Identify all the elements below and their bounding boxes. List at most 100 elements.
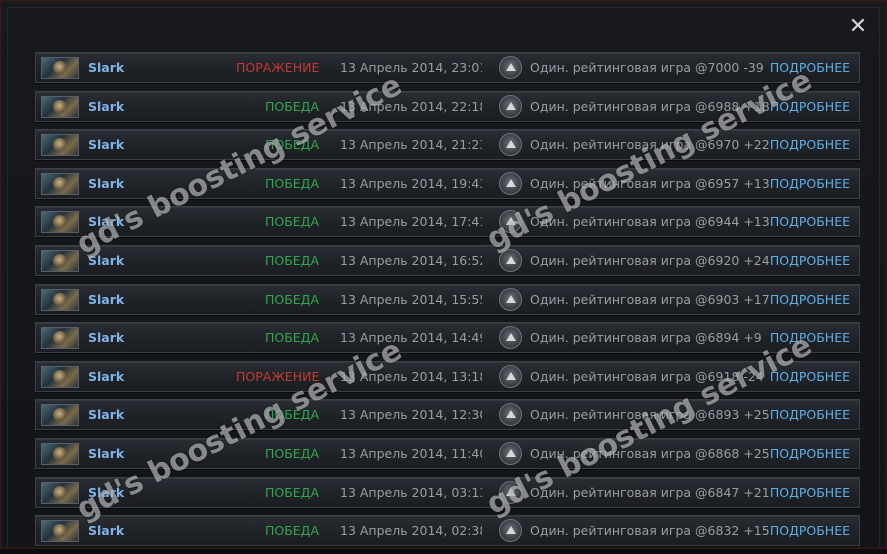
match-row[interactable]: Slark ПОБЕДА 13 Апрель 2014, 03:13:4 Оди… — [35, 476, 860, 508]
hero-avatar — [41, 365, 79, 388]
hero-avatar — [41, 404, 79, 427]
match-date: 13 Апрель 2014, 12:30:3 — [340, 407, 482, 423]
hero-name: Slark — [88, 137, 125, 153]
match-result: ПОБЕДА — [264, 98, 319, 114]
hero-avatar — [41, 134, 79, 157]
hero-avatar — [41, 288, 79, 311]
hero-avatar — [41, 520, 79, 543]
match-row[interactable]: Slark ПОРАЖЕНИЕ 13 Апрель 2014, 23:01:4 … — [35, 52, 860, 83]
match-result: ПОБЕДА — [264, 407, 319, 423]
hero-name: Slark — [88, 523, 125, 539]
match-date: 13 Апрель 2014, 22:18:5 — [340, 98, 482, 114]
match-row[interactable]: Slark ПОРАЖЕНИЕ 13 Апрель 2014, 13:18:5 … — [35, 360, 860, 392]
hero-avatar — [41, 172, 79, 195]
match-mode: Один. рейтинговая игра @6893 +25 — [530, 407, 770, 423]
ranked-mode-icon — [499, 56, 522, 79]
details-link[interactable]: ПОДРОБНЕЕ — [770, 99, 850, 114]
hero-avatar — [41, 95, 79, 118]
details-link[interactable]: ПОДРОБНЕЕ — [770, 60, 850, 75]
ranked-mode-icon — [499, 480, 522, 504]
details-link[interactable]: ПОДРОБНЕЕ — [770, 369, 850, 384]
match-mode: Один. рейтинговая игра @6868 +25 — [530, 445, 770, 461]
match-row[interactable]: Slark ПОБЕДА 13 Апрель 2014, 14:49:2 Оди… — [35, 322, 860, 354]
details-link[interactable]: ПОДРОБНЕЕ — [770, 137, 850, 152]
details-link[interactable]: ПОДРОБНЕЕ — [770, 214, 850, 229]
match-result: ПОБЕДА — [264, 523, 319, 539]
match-result: ПОРАЖЕНИЕ — [236, 368, 319, 384]
hero-name: Slark — [88, 330, 125, 346]
details-link[interactable]: ПОДРОБНЕЕ — [770, 253, 850, 268]
hero-name: Slark — [88, 98, 125, 114]
ranked-mode-icon — [499, 248, 522, 272]
close-icon[interactable]: ✕ — [848, 16, 868, 38]
match-date: 13 Апрель 2014, 16:52:4 — [340, 252, 482, 268]
hero-avatar — [41, 327, 79, 350]
ranked-mode-icon — [499, 441, 522, 465]
match-row[interactable]: Slark ПОБЕДА 13 Апрель 2014, 12:30:3 Оди… — [35, 399, 860, 431]
match-date: 13 Апрель 2014, 17:41:2 — [340, 214, 482, 230]
match-date: 13 Апрель 2014, 11:40:2 — [340, 445, 482, 461]
match-result: ПОБЕДА — [264, 484, 319, 500]
ranked-mode-icon — [499, 287, 522, 311]
match-date: 13 Апрель 2014, 13:18:5 — [340, 368, 482, 384]
ranked-mode-icon — [499, 519, 522, 543]
match-date: 13 Апрель 2014, 03:13:4 — [340, 484, 482, 500]
match-date: 13 Апрель 2014, 19:43:5 — [340, 175, 482, 191]
match-row[interactable]: Slark ПОБЕДА 13 Апрель 2014, 11:40:2 Оди… — [35, 437, 860, 469]
hero-avatar — [41, 57, 79, 79]
match-mode: Один. рейтинговая игра @6903 +17 — [530, 291, 770, 307]
details-link[interactable]: ПОДРОБНЕЕ — [770, 330, 850, 345]
details-link[interactable]: ПОДРОБНЕЕ — [770, 446, 850, 461]
details-link[interactable]: ПОДРОБНЕЕ — [770, 523, 850, 538]
hero-avatar — [41, 211, 79, 234]
details-link[interactable]: ПОДРОБНЕЕ — [770, 407, 850, 422]
hero-name: Slark — [88, 60, 125, 75]
match-result: ПОБЕДА — [264, 137, 319, 153]
match-date: 13 Апрель 2014, 21:23:4 — [340, 137, 482, 153]
ranked-mode-icon — [499, 364, 522, 388]
hero-avatar — [41, 249, 79, 272]
match-date: 13 Апрель 2014, 02:38:1 — [340, 523, 482, 539]
match-row[interactable]: Slark ПОБЕДА 13 Апрель 2014, 19:43:5 Оди… — [35, 167, 860, 199]
details-link[interactable]: ПОДРОБНЕЕ — [770, 176, 850, 191]
match-row[interactable]: Slark ПОБЕДА 13 Апрель 2014, 21:23:4 Оди… — [35, 129, 860, 161]
match-mode: Один. рейтинговая игра @6832 +15 — [530, 523, 770, 539]
match-result: ПОБЕДА — [264, 214, 319, 230]
match-result: ПОБЕДА — [264, 330, 319, 346]
match-row[interactable]: Slark ПОБЕДА 13 Апрель 2014, 16:52:4 Оди… — [35, 244, 860, 276]
hero-name: Slark — [88, 175, 125, 191]
match-mode: Один. рейтинговая игра @6920 +24 — [530, 252, 770, 268]
hero-name: Slark — [88, 291, 125, 307]
match-row[interactable]: Slark ПОБЕДА 13 Апрель 2014, 17:41:2 Оди… — [35, 206, 860, 238]
ranked-mode-icon — [499, 326, 522, 350]
match-mode: Один. рейтинговая игра @6988 +18 — [530, 98, 770, 114]
match-date: 13 Апрель 2014, 15:55:3 — [340, 291, 482, 307]
match-history-window: ✕ Slark ПОРАЖЕНИЕ 13 Апрель 2014, 23:01:… — [0, 0, 887, 549]
match-result: ПОБЕДА — [264, 175, 319, 191]
match-result: ПОБЕДА — [264, 291, 319, 307]
ranked-mode-icon — [499, 171, 522, 195]
match-row[interactable]: Slark ПОБЕДА 13 Апрель 2014, 02:38:1 Оди… — [35, 515, 860, 547]
ranked-mode-icon — [499, 94, 522, 118]
match-result: ПОРАЖЕНИЕ — [236, 60, 319, 75]
hero-name: Slark — [88, 252, 125, 268]
match-date: 13 Апрель 2014, 23:01:4 — [340, 60, 482, 75]
match-date: 13 Апрель 2014, 14:49:2 — [340, 330, 482, 346]
match-mode: Один. рейтинговая игра @6918 -24 — [530, 368, 764, 384]
match-list: Slark ПОРАЖЕНИЕ 13 Апрель 2014, 23:01:4 … — [35, 52, 860, 554]
match-mode: Один. рейтинговая игра @7000 -39 — [530, 60, 764, 75]
hero-name: Slark — [88, 445, 125, 461]
details-link[interactable]: ПОДРОБНЕЕ — [770, 485, 850, 500]
match-mode: Один. рейтинговая игра @6847 +21 — [530, 484, 770, 500]
hero-name: Slark — [88, 407, 125, 423]
ranked-mode-icon — [499, 403, 522, 427]
hero-avatar — [41, 481, 79, 504]
match-mode: Один. рейтинговая игра @6970 +22 — [530, 137, 770, 153]
match-mode: Один. рейтинговая игра @6894 +9 — [530, 330, 762, 346]
match-row[interactable]: Slark ПОБЕДА 13 Апрель 2014, 22:18:5 Оди… — [35, 90, 860, 122]
match-row[interactable]: Slark ПОБЕДА 13 Апрель 2014, 15:55:3 Оди… — [35, 283, 860, 315]
hero-name: Slark — [88, 214, 125, 230]
details-link[interactable]: ПОДРОБНЕЕ — [770, 292, 850, 307]
hero-name: Slark — [88, 484, 125, 500]
match-mode: Один. рейтинговая игра @6944 +13 — [530, 214, 770, 230]
